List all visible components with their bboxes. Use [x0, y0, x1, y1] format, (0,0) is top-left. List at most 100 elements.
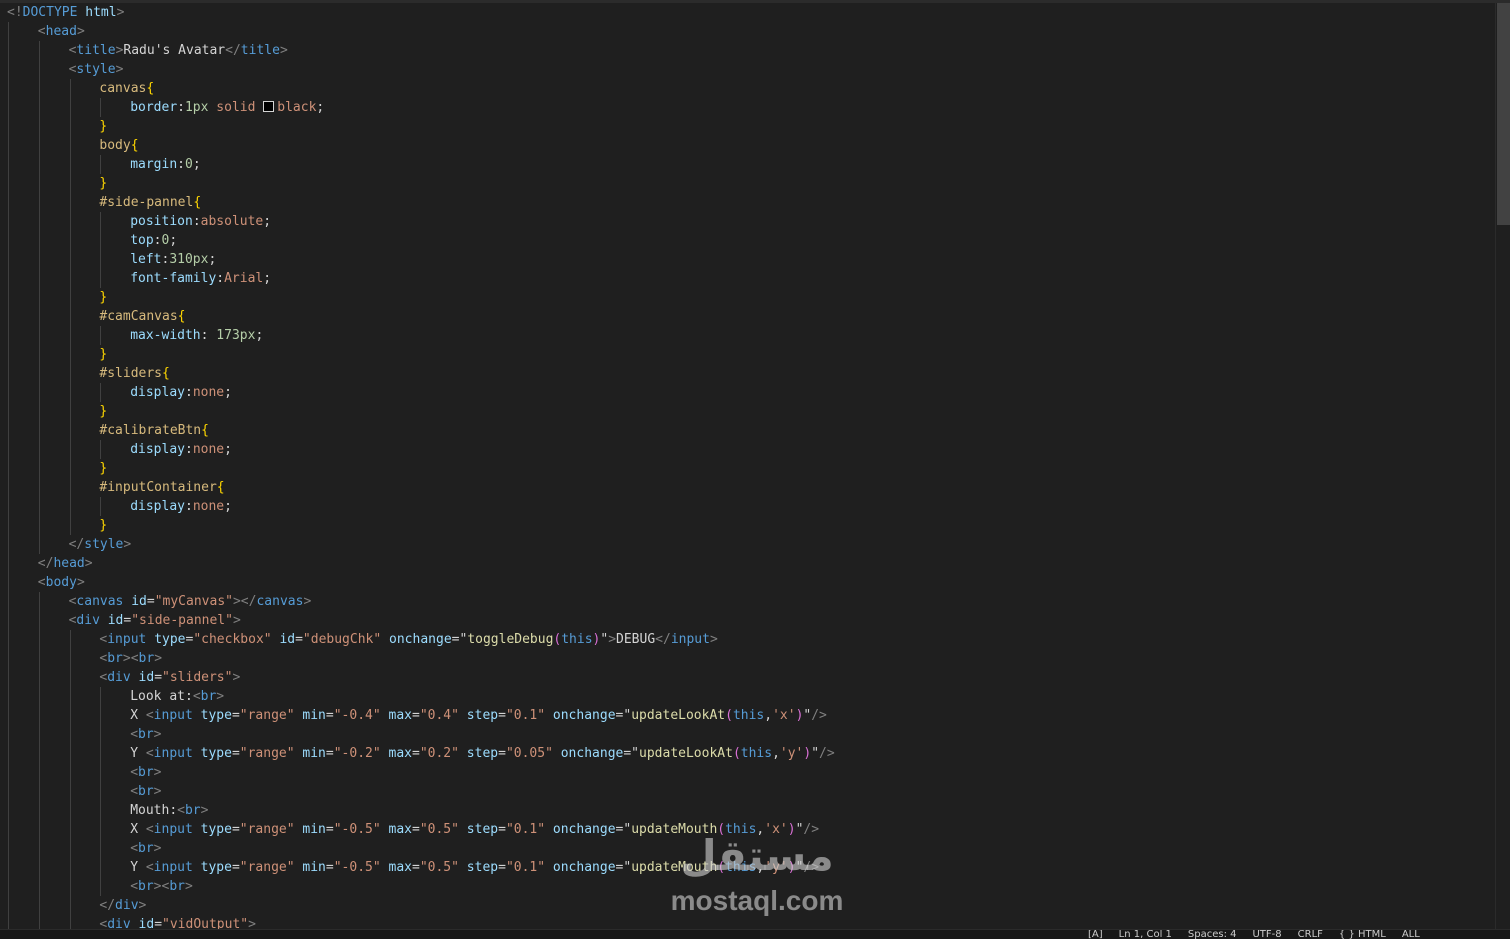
indent-guide	[38, 364, 40, 383]
code-line[interactable]: position:absolute;	[0, 212, 1496, 231]
code-line[interactable]: border:1px solid black;	[0, 98, 1496, 117]
code-line[interactable]: <div id="vidOutput">	[0, 915, 1496, 930]
indent-guide	[69, 440, 71, 459]
code-line[interactable]: <canvas id="myCanvas"></canvas>	[0, 592, 1496, 611]
code-line[interactable]: <br><br>	[0, 649, 1496, 668]
code-line[interactable]: </div>	[0, 896, 1496, 915]
code-line[interactable]: #side-pannel{	[0, 193, 1496, 212]
code-line[interactable]: <head>	[0, 22, 1496, 41]
code-line[interactable]: X <input type="range" min="-0.5" max="0.…	[0, 820, 1496, 839]
code-line[interactable]: <br>	[0, 763, 1496, 782]
code-line[interactable]: <br>	[0, 725, 1496, 744]
code-line[interactable]: left:310px;	[0, 250, 1496, 269]
status-item[interactable]: UTF-8	[1252, 930, 1281, 939]
code-line[interactable]: <title>Radu's Avatar</title>	[0, 41, 1496, 60]
status-item[interactable]: Spaces: 4	[1188, 930, 1237, 939]
code-line[interactable]: }	[0, 174, 1496, 193]
code-token: min	[302, 822, 326, 837]
indent-guide	[38, 535, 40, 554]
code-token: min	[302, 860, 326, 875]
code-line[interactable]: }	[0, 459, 1496, 478]
indent-guide	[100, 725, 102, 744]
code-line[interactable]: </style>	[0, 535, 1496, 554]
code-token: br	[138, 765, 154, 780]
indent-guide	[69, 744, 71, 763]
indent-guide	[8, 174, 9, 193]
code-editor[interactable]: <!DOCTYPE html> <head> <title>Radu's Avata…	[0, 3, 1496, 930]
code-line[interactable]: X <input type="range" min="-0.4" max="0.…	[0, 706, 1496, 725]
code-token: canvas	[76, 594, 124, 609]
scrollbar-thumb[interactable]	[1497, 3, 1510, 225]
code-token: {	[216, 480, 225, 495]
code-line[interactable]: max-width: 173px;	[0, 326, 1496, 345]
code-line[interactable]: display:none;	[0, 440, 1496, 459]
code-line[interactable]: <style>	[0, 60, 1496, 79]
indent-guide	[38, 763, 40, 782]
code-token: input	[670, 632, 710, 647]
code-token: >	[153, 765, 162, 780]
status-item[interactable]: [A]	[1088, 930, 1103, 939]
code-line[interactable]: top:0;	[0, 231, 1496, 250]
code-token: (	[732, 746, 741, 761]
code-line[interactable]: #calibrateBtn{	[0, 421, 1496, 440]
code-line[interactable]: }	[0, 117, 1496, 136]
code-token: =	[146, 594, 155, 609]
vertical-scrollbar[interactable]	[1495, 3, 1510, 930]
status-item[interactable]: ALL	[1402, 930, 1420, 939]
code-token: max-width	[130, 328, 201, 343]
code-line[interactable]: #camCanvas{	[0, 307, 1496, 326]
color-swatch-icon[interactable]	[263, 101, 275, 112]
code-line[interactable]: <div id="sliders">	[0, 668, 1496, 687]
code-line[interactable]: <div id="side-pannel">	[0, 611, 1496, 630]
code-line[interactable]: body{	[0, 136, 1496, 155]
code-line[interactable]: font-family:Arial;	[0, 269, 1496, 288]
code-line[interactable]: }	[0, 288, 1496, 307]
code-token: </	[68, 537, 85, 552]
indent-guide	[38, 117, 40, 136]
code-line[interactable]: }	[0, 402, 1496, 421]
indent-guide	[38, 687, 40, 706]
code-line[interactable]: Y <input type="range" min="-0.2" max="0.…	[0, 744, 1496, 763]
code-token: <	[37, 24, 46, 39]
code-line[interactable]: }	[0, 345, 1496, 364]
code-line[interactable]: <br>	[0, 782, 1496, 801]
indent-guide	[38, 649, 40, 668]
code-line[interactable]: </head>	[0, 554, 1496, 573]
code-line[interactable]: <br><br>	[0, 877, 1496, 896]
indent-guide	[8, 117, 9, 136]
code-token: =	[412, 708, 420, 723]
code-token: ="	[451, 632, 468, 647]
code-line[interactable]: display:none;	[0, 383, 1496, 402]
code-token: {	[201, 423, 209, 438]
code-token: "-0.5"	[333, 822, 381, 837]
status-item[interactable]: Ln 1, Col 1	[1119, 930, 1172, 939]
code-line[interactable]: #inputContainer{	[0, 478, 1496, 497]
code-line[interactable]: Mouth:<br>	[0, 801, 1496, 820]
code-token: updateLookAt	[631, 708, 726, 723]
code-line[interactable]: margin:0;	[0, 155, 1496, 174]
status-item[interactable]: CRLF	[1298, 930, 1323, 939]
code-line[interactable]: <br>	[0, 839, 1496, 858]
indent-guide	[38, 326, 40, 345]
status-item[interactable]: { } HTML	[1339, 930, 1386, 939]
code-line[interactable]: Look at:<br>	[0, 687, 1496, 706]
code-token: =	[498, 822, 506, 837]
code-line[interactable]: #sliders{	[0, 364, 1496, 383]
code-token: step	[466, 822, 499, 837]
code-token: head	[53, 556, 85, 571]
code-token: =	[231, 860, 240, 875]
code-line[interactable]: display:none;	[0, 497, 1496, 516]
code-token: Radu's Avatar	[123, 43, 226, 58]
code-line[interactable]: <!DOCTYPE html>	[0, 3, 1496, 22]
code-line[interactable]: }	[0, 516, 1496, 535]
indent-guide	[38, 79, 40, 98]
code-line[interactable]: <body>	[0, 573, 1496, 592]
code-token: type	[200, 708, 232, 723]
code-line[interactable]: Y <input type="range" min="-0.5" max="0.…	[0, 858, 1496, 877]
code-line[interactable]: <input type="checkbox" id="debugChk" onc…	[0, 630, 1496, 649]
code-line[interactable]: canvas{	[0, 79, 1496, 98]
code-token: }	[99, 347, 108, 362]
